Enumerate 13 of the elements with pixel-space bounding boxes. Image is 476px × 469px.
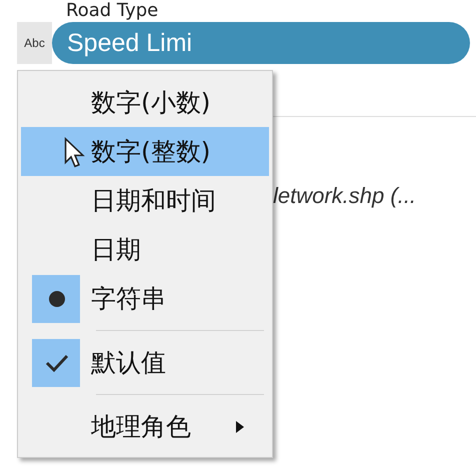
menu-item[interactable]: 数字(小数) <box>21 78 269 127</box>
field-pill[interactable]: Speed Limi <box>52 22 470 64</box>
data-source-text: letwork.shp (... <box>273 183 418 209</box>
menu-item[interactable]: 字符串 <box>21 274 269 323</box>
menu-item[interactable]: 默认值 <box>21 338 269 387</box>
menu-item[interactable]: 地理角色 <box>21 402 269 451</box>
submenu-arrow-icon <box>235 420 245 434</box>
field-heading: Road Type <box>65 0 160 22</box>
menu-item[interactable]: 日期和时间 <box>21 176 269 225</box>
mouse-cursor-icon <box>64 137 86 169</box>
type-icon[interactable]: Abc <box>17 22 52 64</box>
menu-item[interactable]: 日期 <box>21 225 269 274</box>
menu-item[interactable]: 数字(整数) <box>21 127 269 176</box>
